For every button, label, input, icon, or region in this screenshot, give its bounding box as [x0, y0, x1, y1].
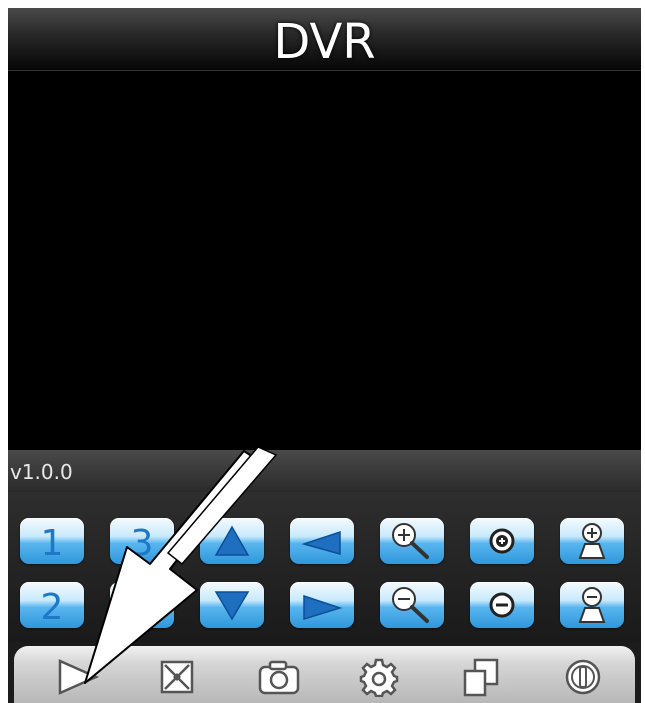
iris-close-icon [578, 587, 606, 623]
channel-4-button[interactable] [110, 582, 174, 628]
multi-view-icon [463, 658, 499, 697]
dvr-app-window: DVR v1.0.0 1 3 2 [8, 8, 641, 703]
tilt-down-button[interactable] [200, 582, 264, 628]
iris-open-button[interactable] [560, 518, 624, 564]
focus-in-icon [489, 528, 515, 554]
info-button[interactable] [558, 654, 608, 700]
info-icon [565, 659, 601, 695]
toolbar-background [14, 646, 635, 703]
tilt-up-icon [214, 525, 250, 556]
pan-left-button[interactable] [290, 518, 354, 564]
settings-button[interactable] [354, 654, 404, 700]
tilt-up-button[interactable] [200, 518, 264, 564]
camera-icon [258, 660, 300, 695]
focus-out-button[interactable] [470, 582, 534, 628]
pan-right-button[interactable] [290, 582, 354, 628]
focus-in-button[interactable] [470, 518, 534, 564]
channel-2-button[interactable]: 2 [20, 582, 84, 628]
iris-open-icon [578, 523, 606, 559]
zoom-in-button[interactable] [380, 518, 444, 564]
pan-right-icon [303, 594, 343, 621]
video-display[interactable] [8, 71, 641, 450]
channel-3-label: 3 [130, 523, 154, 564]
tilt-down-icon [214, 591, 250, 621]
ptz-control-panel: 1 3 2 [8, 492, 641, 642]
zoom-out-icon [392, 587, 429, 623]
multi-view-button[interactable] [456, 654, 506, 700]
zoom-out-button[interactable] [380, 582, 444, 628]
channel-2-label: 2 [40, 587, 64, 628]
version-bar: v1.0.0 [8, 450, 641, 492]
bottom-toolbar [8, 642, 641, 703]
version-label: v1.0.0 [10, 460, 73, 484]
zoom-in-icon [392, 523, 429, 559]
focus-out-icon [489, 592, 515, 618]
channel-3-button[interactable]: 3 [110, 518, 174, 564]
pan-left-icon [301, 530, 341, 555]
app-title: DVR [273, 14, 376, 70]
snapshot-button[interactable] [254, 654, 304, 700]
play-button[interactable] [52, 654, 102, 700]
iris-close-button[interactable] [560, 582, 624, 628]
stop-button[interactable] [152, 654, 202, 700]
stop-icon [160, 660, 194, 694]
channel-1-label: 1 [40, 523, 64, 564]
channel-1-button[interactable]: 1 [20, 518, 84, 564]
play-icon [58, 659, 100, 695]
title-bar: DVR [8, 8, 641, 71]
gear-icon [359, 658, 399, 697]
